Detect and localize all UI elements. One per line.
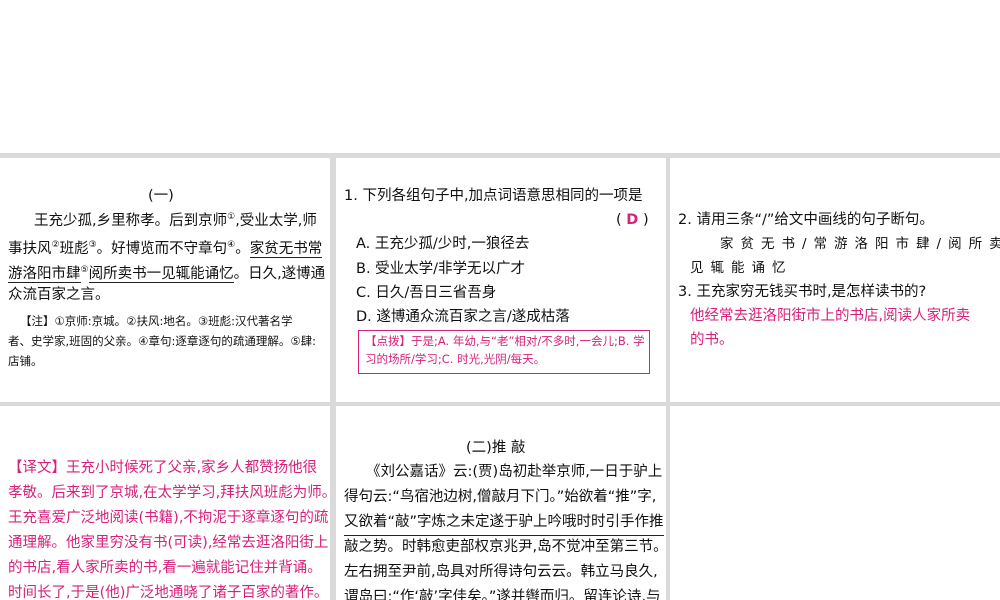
question-1: 1. 下列各组句子中,加点词语意思相同的一项是: [344, 188, 643, 204]
section-heading: (二)推 敲: [466, 440, 526, 456]
hint-line-2: 习的场所/学习;C. 时光,光阴/每天。: [365, 352, 546, 366]
q3-answer-line-2: 的书。: [690, 332, 734, 348]
translation-line-2: 孝敬。后来到了京城,在太学学习,拜扶风班彪为师。: [8, 485, 330, 501]
answer-close: ): [642, 212, 649, 228]
answer-open: (: [616, 212, 622, 228]
answer-bracket: ( D ): [616, 208, 649, 233]
answer-letter: D: [626, 212, 639, 228]
passage2-line-6: 谓岛曰:“作‘敲’字佳矣。”遂并辔而归。留连论诗,与: [344, 589, 661, 600]
translation-panel: 【译文】王充小时候死了父亲,家乡人都赞扬他很 孝敬。后来到了京城,在太学学习,拜…: [0, 406, 330, 600]
passage2-line-5: 左右拥至尹前,岛具对所得诗句云云。韩立马良久,: [344, 564, 658, 580]
passage2-line-1: 《刘公嘉话》云:(贾)岛初赴举京师,一日于驴上: [366, 464, 663, 480]
option-d: D. 遂博通众流百家之言/遂成枯落: [356, 309, 570, 325]
passage-text: 班彪: [59, 240, 89, 257]
passage-panel-1: (一) 王充少孤,乡里称孝。后到京师①,受业太学,师 事扶风②班彪③。好博览而不…: [0, 158, 330, 402]
q2-answer-line-2: 见辄能诵忆: [690, 260, 793, 276]
hint-line-1: 【点拨】于是;A. 年幼,与“老”相对/不多时,一会儿;B. 学: [365, 334, 645, 348]
notes-line-2: 者、史学家,班固的父亲。④章句:逐章逐句的疏通理解。⑤肆:: [8, 334, 317, 348]
note-marker: ②: [51, 240, 60, 250]
option-a: A. 王充少孤/少时,一狼径去: [356, 236, 530, 252]
translation-line-6: 时间长了,于是(他)广泛地通晓了诸子百家的著作。: [8, 585, 329, 600]
passage-line-4: 众流百家之言。: [8, 287, 110, 303]
passage2-line-2: 得句云:“鸟宿池边树,僧敲月下门。”始欲着“推”字,: [344, 489, 657, 505]
underlined-text: 阅所卖书一见辄能诵忆: [88, 265, 234, 283]
section-heading: (一): [148, 188, 174, 204]
blank-panel: [670, 406, 1000, 600]
notes-line-1: 【注】①京师:京城。②扶风:地名。③班彪:汉代著名学: [20, 314, 293, 328]
question-panel-1: 1. 下列各组句子中,加点词语意思相同的一项是 ( D ) A. 王充少孤/少时…: [336, 158, 666, 402]
question-2: 2. 请用三条“/”给文中画线的句子断句。: [678, 212, 934, 228]
note-marker: ③: [88, 240, 97, 250]
passage-text: 王充少孤,乡里称孝。后到京师: [34, 212, 228, 229]
translation-line-5: 的书店,看人家所卖的书,看一遍就能记住并背诵。: [8, 560, 322, 576]
passage-text: 。: [235, 240, 250, 257]
passage-line-1: 王充少孤,乡里称孝。后到京师①,受业太学,师: [34, 208, 317, 233]
passage-text: ,受业太学,师: [235, 212, 317, 229]
underlined-text: 游洛阳市肆: [8, 265, 81, 283]
translation-line-3: 王充喜爱广泛地阅读(书籍),不拘泥于逐章逐句的疏: [8, 510, 329, 526]
q2-answer-line-1: 家贫无书/常游洛阳市肆/阅所卖书/一: [720, 236, 1000, 252]
passage-text: 。好博览而不守章句: [96, 240, 228, 257]
question-3: 3. 王充家穷无钱买书时,是怎样读书的?: [678, 284, 927, 300]
notes-line-3: 店铺。: [8, 354, 43, 368]
underlined-text: 家贫无书常: [249, 240, 323, 258]
passage2-line-4: 敲之势。时韩愈吏部权京兆尹,岛不觉冲至第三节。: [344, 539, 666, 555]
note-marker: ⑤: [80, 265, 89, 275]
option-b: B. 受业太学/非学无以广才: [356, 261, 526, 277]
hint-box: 【点拨】于是;A. 年幼,与“老”相对/不多时,一会儿;B. 学 习的场所/学习…: [358, 330, 650, 374]
translation-line-1: 【译文】王充小时候死了父亲,家乡人都赞扬他很: [8, 460, 318, 476]
passage-text: 事扶风: [8, 240, 52, 257]
passage2-line-3: 又欲着“敲”字炼之未定遂于驴上吟哦时时引手作推: [344, 510, 664, 536]
translation-line-4: 通理解。他家里穷没有书(可读),经常去逛洛阳街上: [8, 535, 329, 551]
note-marker: ①: [227, 212, 236, 222]
question-panel-2: 2. 请用三条“/”给文中画线的句子断句。 家贫无书/常游洛阳市肆/阅所卖书/一…: [670, 158, 1000, 402]
passage-text: 。日久,遂博通: [233, 265, 326, 282]
q3-answer-line-1: 他经常去逛洛阳街市上的书店,阅读人家所卖: [690, 308, 971, 324]
option-c: C. 日久/吾日三省吾身: [356, 285, 497, 301]
passage-panel-2: (二)推 敲 《刘公嘉话》云:(贾)岛初赴举京师,一日于驴上 得句云:“鸟宿池边…: [336, 406, 666, 600]
